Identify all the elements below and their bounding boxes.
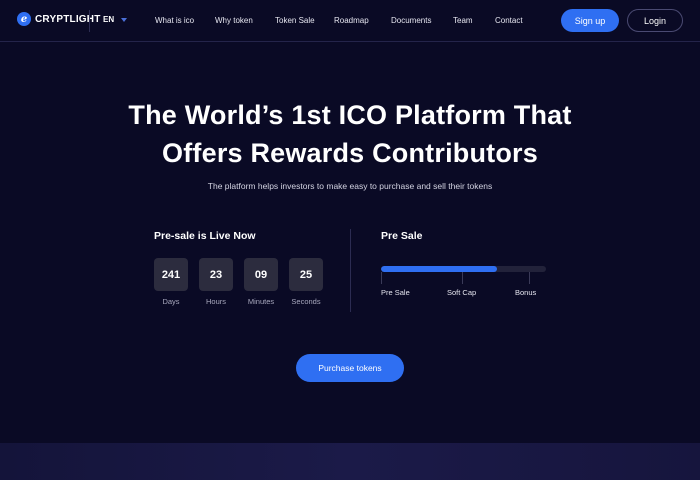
countdown-seconds-label: Seconds [291,297,321,306]
section-divider [350,229,351,312]
nav-item-what-is-ico[interactable]: What is ico [155,16,194,25]
header-divider [89,10,90,32]
nav-item-contact[interactable]: Contact [495,16,523,25]
countdown-minutes-value: 09 [244,258,278,291]
hero-title-line-2: Offers Rewards Contributors [162,138,538,168]
chevron-down-icon [121,17,128,22]
hero-title: The World’s 1st ICO Platform That Offers… [0,96,700,172]
milestone-soft-cap: Soft Cap [447,288,477,297]
countdown-seconds-value: 25 [289,258,323,291]
countdown-hours-value: 23 [199,258,233,291]
presale-progress-fill [381,266,497,272]
next-section-band [0,443,700,480]
milestone-tick [529,272,530,284]
countdown-days-value: 241 [154,258,188,291]
milestone-bonus: Bonus [515,288,537,297]
countdown-title: Pre-sale is Live Now [154,230,256,242]
countdown-days-label: Days [162,297,180,306]
nav-item-documents[interactable]: Documents [391,16,431,25]
countdown-minutes-label: Minutes [247,297,275,306]
presale-title: Pre Sale [381,230,423,242]
hero-subtitle: The platform helps investors to make eas… [207,181,493,191]
milestone-tick [462,272,463,284]
nav-item-team[interactable]: Team [453,16,473,25]
nav-item-why-token[interactable]: Why token [215,16,253,25]
site-header: e CRYPTLIGHT EN What is ico Why token To… [0,0,700,42]
language-label: EN [103,15,115,24]
milestone-pre-sale: Pre Sale [381,288,410,297]
purchase-tokens-button[interactable]: Purchase tokens [296,354,404,382]
presale-progress-bar [381,266,546,272]
login-button[interactable]: Login [627,9,683,32]
signup-button[interactable]: Sign up [561,9,619,32]
countdown-hours-label: Hours [205,297,226,306]
language-selector[interactable]: EN [103,15,128,24]
nav-item-token-sale[interactable]: Token Sale [275,16,315,25]
brand-logo[interactable]: e CRYPTLIGHT [17,12,101,26]
brand-name: CRYPTLIGHT [35,13,101,25]
hero-title-line-1: The World’s 1st ICO Platform That [128,100,572,130]
crypto-logo-icon: e [17,12,31,26]
milestone-tick [381,272,382,284]
nav-item-roadmap[interactable]: Roadmap [334,16,369,25]
